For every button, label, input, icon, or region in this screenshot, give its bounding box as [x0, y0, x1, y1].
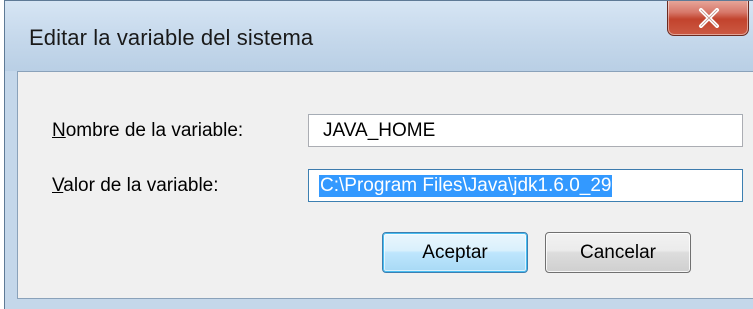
variable-value-label-text: alor de la variable:	[63, 175, 219, 196]
title-bar[interactable]: Editar la variable del sistema	[5, 1, 753, 71]
cancel-button[interactable]: Cancelar	[545, 232, 691, 273]
variable-name-label-text: ombre de la variable:	[65, 120, 244, 141]
accept-button[interactable]: Aceptar	[382, 232, 528, 273]
dialog-title: Editar la variable del sistema	[29, 25, 314, 50]
dialog-window: Editar la variable del sistema Nombre de…	[4, 0, 753, 309]
accept-button-label: ceptar	[434, 242, 488, 263]
dialog-client-area: Nombre de la variable: JAVA_HOME Valor d…	[17, 71, 753, 299]
variable-name-label-mnemonic: N	[52, 120, 66, 141]
variable-value-label-mnemonic: V	[52, 175, 64, 196]
variable-value-label: Valor de la variable:	[52, 175, 219, 197]
close-icon	[699, 8, 719, 28]
close-button[interactable]	[667, 1, 749, 36]
variable-name-input[interactable]: JAVA_HOME	[308, 114, 743, 147]
variable-value-input[interactable]: C:\Program Files\Java\jdk1.6.0_29	[308, 169, 743, 202]
variable-name-label: Nombre de la variable:	[52, 120, 243, 142]
accept-button-mnemonic: A	[422, 242, 435, 263]
variable-name-input-value: JAVA_HOME	[323, 120, 436, 141]
variable-value-input-selected-text: C:\Program Files\Java\jdk1.6.0_29	[319, 175, 613, 197]
